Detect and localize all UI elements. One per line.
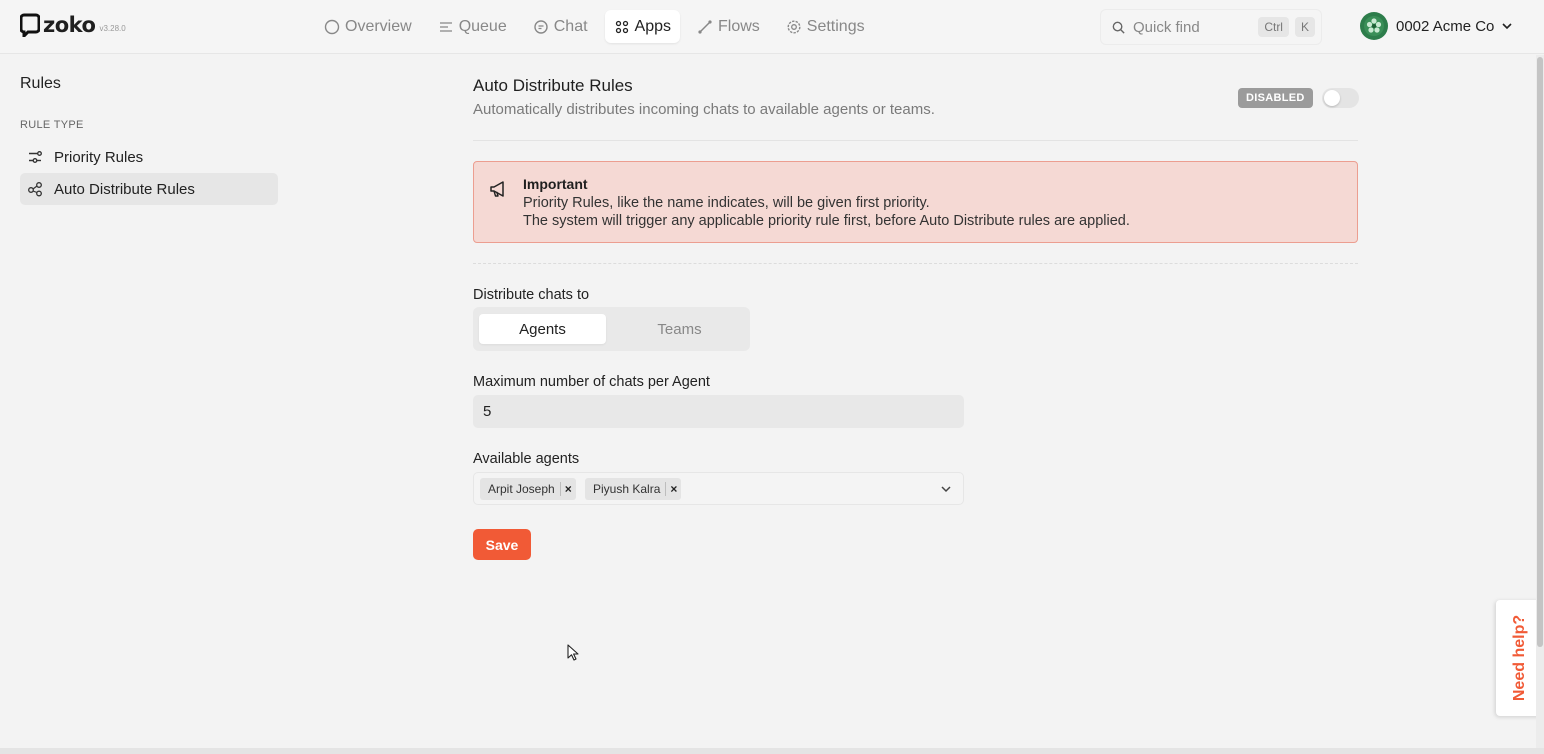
agent-tag: Piyush Kalra × xyxy=(585,478,682,500)
zoko-logo-icon xyxy=(20,13,40,37)
agents-multiselect[interactable]: Arpit Joseph × Piyush Kalra × xyxy=(473,472,964,505)
nav-flows-label: Flows xyxy=(718,17,760,35)
agent-tag-label: Piyush Kalra xyxy=(593,482,661,496)
sidebar-item-label: Priority Rules xyxy=(54,148,144,166)
toggle-knob xyxy=(1324,90,1340,106)
nav-overview-label: Overview xyxy=(345,17,412,35)
search-icon xyxy=(1112,21,1125,34)
need-help-label: Need help? xyxy=(1511,614,1528,702)
circle-icon xyxy=(324,19,340,34)
bottom-edge xyxy=(0,748,1544,754)
chevron-down-icon[interactable] xyxy=(939,482,953,496)
sidebar-title: Rules xyxy=(20,75,61,92)
sidebar-section-label: RULE TYPE xyxy=(20,119,84,131)
gear-icon xyxy=(787,19,801,34)
nav-queue[interactable]: Queue xyxy=(429,10,516,43)
important-alert: Important Priority Rules, like the name … xyxy=(473,161,1358,243)
alert-line-1: Priority Rules, like the name indicates,… xyxy=(523,195,930,211)
chevron-down-icon xyxy=(1502,23,1512,30)
alert-title: Important xyxy=(523,176,588,192)
nav-chat[interactable]: Chat xyxy=(524,10,597,43)
sidebar-item-label: Auto Distribute Rules xyxy=(54,180,195,198)
megaphone-icon xyxy=(490,181,504,197)
page-title: Auto Distribute Rules xyxy=(473,76,633,95)
distribute-segmented-control: Agents Teams xyxy=(473,307,750,351)
sidebar-item-priority-rules[interactable]: Priority Rules xyxy=(20,141,278,173)
quick-find-search[interactable]: Quick find Ctrl K xyxy=(1100,9,1322,45)
top-bar: zoko v3.28.0 Overview Queue Chat Apps Fl… xyxy=(0,0,1544,54)
save-button[interactable]: Save xyxy=(473,529,531,560)
enable-toggle[interactable] xyxy=(1322,88,1359,108)
app-version: v3.28.0 xyxy=(99,24,126,33)
agent-tag: Arpit Joseph × xyxy=(480,478,576,500)
nav-chat-label: Chat xyxy=(553,17,588,35)
app-name: zoko xyxy=(43,13,96,37)
nav-settings[interactable]: Settings xyxy=(777,10,874,43)
remove-tag-icon[interactable]: × xyxy=(665,482,681,496)
distribute-label: Distribute chats to xyxy=(473,287,590,303)
status-badge: DISABLED xyxy=(1238,88,1313,108)
nav-queue-label: Queue xyxy=(458,17,507,35)
nav-apps-label: Apps xyxy=(634,17,671,35)
app-logo[interactable]: zoko v3.28.0 xyxy=(20,13,126,37)
header-divider xyxy=(473,140,1358,141)
scrollbar-thumb[interactable] xyxy=(1537,57,1543,647)
vertical-scrollbar[interactable] xyxy=(1536,55,1544,748)
mouse-cursor-icon xyxy=(567,644,579,661)
flows-icon xyxy=(698,19,712,34)
shortcut-k-key: K xyxy=(1294,17,1315,37)
account-name: 0002 Acme Co xyxy=(1396,17,1495,35)
max-chats-input[interactable] xyxy=(473,395,964,428)
sliders-icon xyxy=(29,151,42,163)
account-avatar xyxy=(1360,12,1388,40)
page-subtitle: Automatically distributes incoming chats… xyxy=(473,101,935,118)
max-chats-label: Maximum number of chats per Agent xyxy=(473,374,710,390)
nav-settings-label: Settings xyxy=(806,17,865,35)
section-divider xyxy=(473,263,1358,264)
alert-line-2: The system will trigger any applicable p… xyxy=(523,213,1130,229)
shortcut-ctrl-key: Ctrl xyxy=(1258,17,1289,37)
sidebar-item-auto-distribute-rules[interactable]: Auto Distribute Rules xyxy=(20,173,278,205)
agents-label: Available agents xyxy=(473,451,580,467)
list-icon xyxy=(439,21,452,32)
account-switcher[interactable]: 0002 Acme Co xyxy=(1360,12,1514,40)
segment-teams[interactable]: Teams xyxy=(616,314,743,344)
segment-agents[interactable]: Agents xyxy=(479,314,606,344)
main-nav: Overview Queue Chat Apps Flows Settings xyxy=(315,10,882,43)
chat-icon xyxy=(534,19,548,34)
workspace-logo-icon xyxy=(1364,16,1384,36)
search-placeholder: Quick find xyxy=(1133,18,1200,36)
nav-overview[interactable]: Overview xyxy=(315,10,421,43)
remove-tag-icon[interactable]: × xyxy=(559,482,576,496)
apps-grid-icon xyxy=(615,20,628,33)
nav-apps[interactable]: Apps xyxy=(604,10,680,43)
nav-flows[interactable]: Flows xyxy=(688,10,769,43)
agent-tag-label: Arpit Joseph xyxy=(488,482,555,496)
share-nodes-icon xyxy=(28,182,42,197)
